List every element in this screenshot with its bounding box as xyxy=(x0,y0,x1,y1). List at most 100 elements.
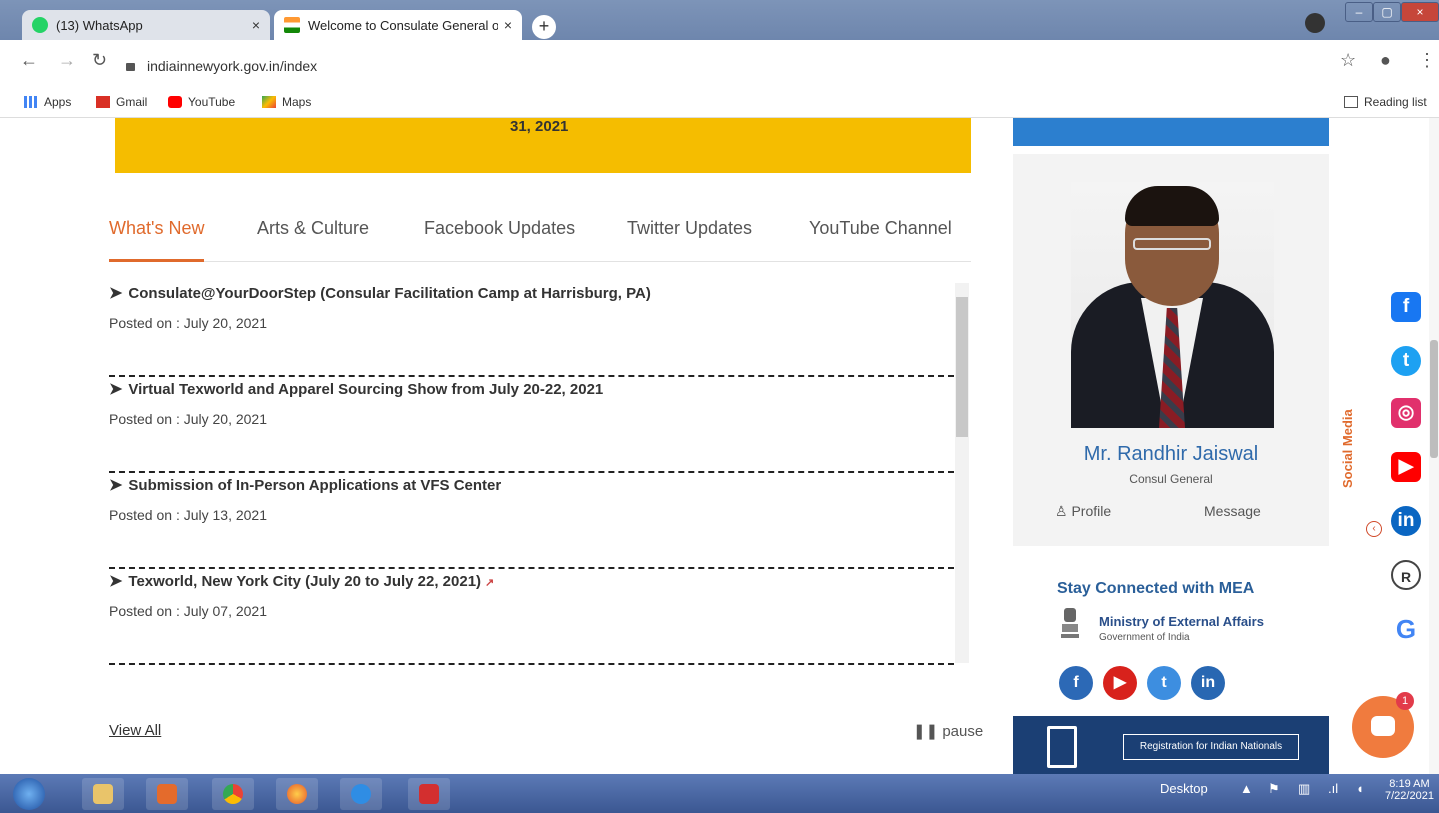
clock-date: 7/22/2021 xyxy=(1385,790,1434,802)
whatsapp-icon xyxy=(32,17,48,33)
firefox-icon xyxy=(287,784,307,804)
new-tab-button[interactable]: + xyxy=(532,15,556,39)
message-link[interactable]: Message xyxy=(1204,503,1261,519)
pause-button[interactable]: ❚❚ pause xyxy=(913,722,983,740)
apps-icon xyxy=(24,96,38,108)
star-icon[interactable]: ☆ xyxy=(1340,50,1356,71)
reading-list[interactable]: Reading list xyxy=(1344,95,1427,109)
minimize-button[interactable]: – xyxy=(1345,2,1373,22)
bookmark-apps[interactable]: Apps xyxy=(24,95,71,109)
menu-icon[interactable]: ⋮ xyxy=(1418,50,1436,71)
pause-icon: ❚❚ xyxy=(913,723,943,740)
tab-consulate[interactable]: Welcome to Consulate General o × xyxy=(274,10,522,40)
news-title[interactable]: Texworld, New York City (July 20 to July… xyxy=(128,573,481,590)
chevron-left-icon[interactable]: ‹ xyxy=(1366,521,1382,537)
news-date: Posted on : July 13, 2021 xyxy=(109,507,267,523)
form-icon xyxy=(1047,726,1077,768)
registration-button[interactable]: Registration for Indian Nationals xyxy=(1123,734,1299,760)
forward-icon[interactable]: → xyxy=(58,50,76,71)
scroll-thumb[interactable] xyxy=(1430,340,1438,458)
mea-section: Stay Connected with MEA Ministry of Exte… xyxy=(1013,562,1329,712)
view-all-link[interactable]: View All xyxy=(109,722,161,739)
show-hidden-icon[interactable]: ▲ xyxy=(1240,781,1253,796)
bookmark-maps[interactable]: Maps xyxy=(262,95,311,109)
news-date: Posted on : July 20, 2021 xyxy=(109,315,267,331)
volume-icon[interactable]: ◖ xyxy=(1356,781,1364,796)
profile-link[interactable]: ♙ Profile xyxy=(1055,503,1111,520)
reading-list-label: Reading list xyxy=(1364,95,1427,109)
media-button[interactable] xyxy=(146,778,188,810)
news-scrollbar[interactable] xyxy=(955,283,969,663)
news-date: Posted on : July 20, 2021 xyxy=(109,411,267,427)
arrow-icon: ➤ xyxy=(109,477,123,494)
close-icon[interactable]: × xyxy=(252,17,260,33)
network-icon[interactable]: ▥ xyxy=(1298,781,1310,797)
close-window-button[interactable]: × xyxy=(1401,2,1439,22)
signal-icon[interactable]: .ıl xyxy=(1328,781,1338,796)
gmail-icon xyxy=(96,96,110,108)
news-title[interactable]: Submission of In-Person Applications at … xyxy=(128,477,501,494)
system-clock[interactable]: 8:19 AM 7/22/2021 xyxy=(1385,778,1434,802)
consul-card: Mr. Randhir Jaiswal Consul General ♙ Pro… xyxy=(1013,154,1329,546)
acrobat-button[interactable] xyxy=(408,778,450,810)
bookmark-gmail[interactable]: Gmail xyxy=(96,95,147,109)
user-icon: ♙ xyxy=(1055,503,1072,519)
youtube-icon[interactable]: ▶ xyxy=(1391,452,1421,482)
twitter-icon[interactable]: t xyxy=(1147,666,1181,700)
reading-list-icon xyxy=(1344,96,1358,108)
facebook-icon[interactable]: f xyxy=(1391,292,1421,322)
tab-facebook-updates[interactable]: Facebook Updates xyxy=(424,218,575,262)
clock-time: 8:19 AM xyxy=(1389,778,1430,790)
linkedin-icon[interactable]: in xyxy=(1191,666,1225,700)
news-item[interactable]: ➤ Consulate@YourDoorStep (Consular Facili… xyxy=(109,281,954,377)
facebook-icon[interactable]: f xyxy=(1059,666,1093,700)
twitter-icon[interactable]: t xyxy=(1391,346,1421,376)
social-media-label: Social Media xyxy=(1340,409,1355,488)
desktop-label[interactable]: Desktop xyxy=(1160,781,1208,796)
page-scrollbar[interactable] xyxy=(1429,118,1439,774)
india-flag-icon xyxy=(284,17,300,33)
reload-icon[interactable]: ↻ xyxy=(92,50,107,71)
google-icon[interactable]: G xyxy=(1391,614,1421,644)
flag-icon[interactable]: ⚑ xyxy=(1268,781,1280,797)
ministry-name[interactable]: Ministry of External Affairs xyxy=(1099,614,1264,629)
instagram-icon[interactable]: ◎ xyxy=(1391,398,1421,428)
folder-icon xyxy=(93,784,113,804)
youtube-icon xyxy=(168,96,182,108)
tab-twitter-updates[interactable]: Twitter Updates xyxy=(627,218,752,262)
maximize-button[interactable]: ▢ xyxy=(1373,2,1401,22)
start-button[interactable] xyxy=(13,778,45,810)
youtube-icon[interactable]: ▶ xyxy=(1103,666,1137,700)
acrobat-icon xyxy=(419,784,439,804)
chat-icon xyxy=(1371,716,1395,736)
arrow-icon: ➤ xyxy=(109,573,123,590)
media-icon xyxy=(157,784,177,804)
ie-button[interactable] xyxy=(340,778,382,810)
news-item[interactable]: ➤ Virtual Texworld and Apparel Sourcing S… xyxy=(109,377,954,473)
scroll-thumb[interactable] xyxy=(956,297,968,437)
news-item[interactable]: ➤ Texworld, New York City (July 20 to Jul… xyxy=(109,569,954,665)
linkedin-icon[interactable]: in xyxy=(1391,506,1421,536)
tab-arts-culture[interactable]: Arts & Culture xyxy=(257,218,369,262)
registration-banner: Registration for Indian Nationals xyxy=(1013,716,1329,774)
firefox-button[interactable] xyxy=(276,778,318,810)
tab-youtube-channel[interactable]: YouTube Channel xyxy=(809,218,952,262)
koo-icon[interactable]: R xyxy=(1391,560,1421,590)
news-item[interactable]: ➤ Submission of In-Person Applications at… xyxy=(109,473,954,569)
back-icon[interactable]: ← xyxy=(20,50,38,71)
news-title[interactable]: Virtual Texworld and Apparel Sourcing Sh… xyxy=(128,381,603,398)
bookmark-label: Gmail xyxy=(116,95,148,109)
account-icon[interactable]: ● xyxy=(1380,50,1391,71)
profile-icon[interactable] xyxy=(1305,13,1325,33)
tab-whatsapp[interactable]: (13) WhatsApp × xyxy=(22,10,270,40)
explorer-button[interactable] xyxy=(82,778,124,810)
tab-whats-new[interactable]: What's New xyxy=(109,218,205,262)
chat-button[interactable]: 1 xyxy=(1352,692,1414,758)
arrow-icon: ➤ xyxy=(109,381,123,398)
close-icon[interactable]: × xyxy=(504,17,512,33)
url-field[interactable]: indiainnewyork.gov.in/index xyxy=(126,52,1326,80)
news-title[interactable]: Consulate@YourDoorStep (Consular Facilit… xyxy=(128,285,650,302)
chrome-button[interactable] xyxy=(212,778,254,810)
bookmark-youtube[interactable]: YouTube xyxy=(168,95,235,109)
consul-photo xyxy=(1071,182,1274,428)
